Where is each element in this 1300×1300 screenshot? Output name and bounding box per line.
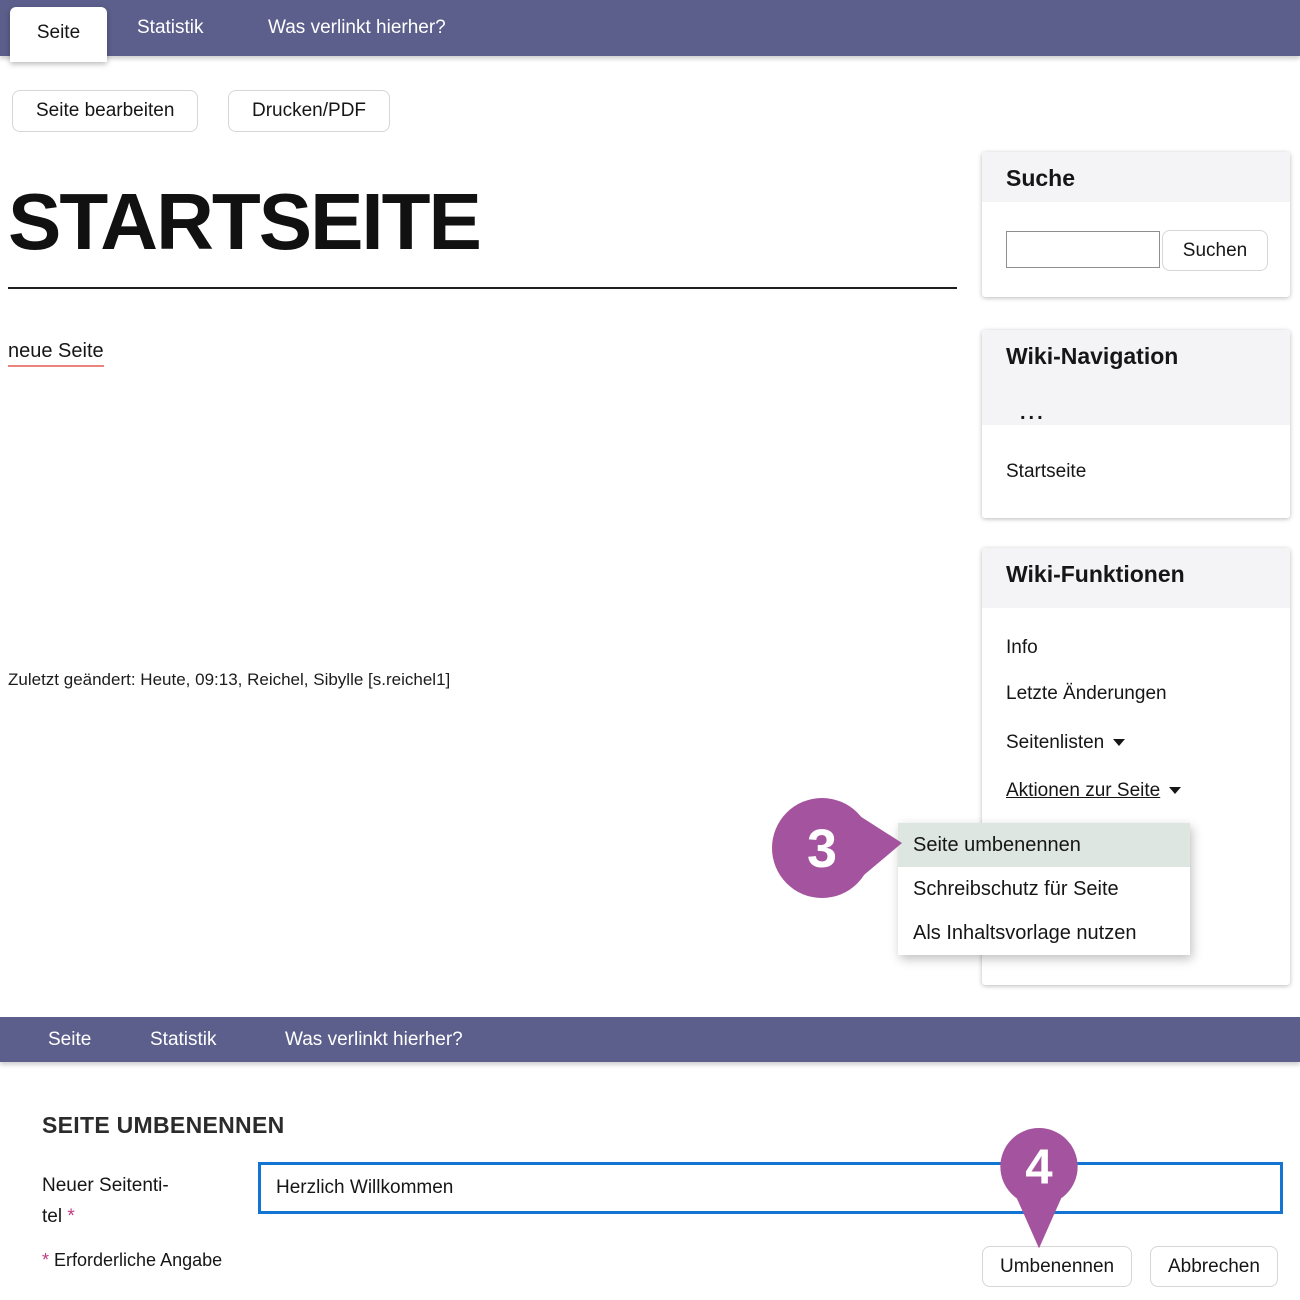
tab-seite[interactable]: Seite xyxy=(10,7,107,62)
rename-cancel-button[interactable]: Abbrechen xyxy=(1150,1246,1278,1287)
top-tab-bar: Seite Statistik Was verlinkt hierher? xyxy=(0,0,1300,56)
functions-link-letzte-aenderungen[interactable]: Letzte Änderungen xyxy=(1006,683,1167,705)
new-page-title-input[interactable] xyxy=(258,1162,1283,1214)
required-note: * Erforderliche Angabe xyxy=(42,1250,222,1271)
functions-link-seitenlisten[interactable]: Seitenlisten xyxy=(1006,732,1125,754)
nav-link-startseite[interactable]: Startseite xyxy=(1006,461,1086,483)
menu-item-schreibschutz[interactable]: Schreibschutz für Seite xyxy=(898,867,1190,911)
tab-statistik[interactable]: Statistik xyxy=(137,0,204,56)
print-pdf-button[interactable]: Drucken/PDF xyxy=(228,90,390,132)
tab-was-verlinkt-hierher[interactable]: Was verlinkt hierher? xyxy=(268,0,446,56)
functions-link-aktionen-zur-seite[interactable]: Aktionen zur Seite xyxy=(1006,780,1181,802)
title-divider xyxy=(8,287,957,289)
search-button[interactable]: Suchen xyxy=(1162,230,1268,271)
chevron-down-icon xyxy=(1113,739,1125,746)
missing-page-link[interactable]: neue Seite xyxy=(8,340,104,367)
functions-link-info[interactable]: Info xyxy=(1006,637,1038,659)
edit-page-button[interactable]: Seite bearbeiten xyxy=(12,90,198,132)
step-3-callout-badge: 3 xyxy=(772,798,902,898)
label-line-1: Neuer Seitenti- xyxy=(42,1175,169,1196)
required-note-asterisk: * xyxy=(42,1250,49,1270)
required-asterisk: * xyxy=(67,1206,74,1227)
aktionen-zur-seite-label: Aktionen zur Seite xyxy=(1006,780,1160,801)
tab-statistik-2[interactable]: Statistik xyxy=(150,1017,217,1062)
search-panel-title: Suche xyxy=(982,152,1290,192)
wiki-navigation-header: Wiki-Navigation ... xyxy=(982,330,1290,425)
page-title: STARTSEITE xyxy=(8,182,480,262)
wiki-functions-title: Wiki-Funktionen xyxy=(982,548,1290,588)
wiki-navigation-panel: Wiki-Navigation ... Startseite xyxy=(982,330,1290,518)
chevron-down-icon xyxy=(1169,787,1181,794)
menu-item-inhaltsvorlage[interactable]: Als Inhaltsvorlage nutzen xyxy=(898,911,1190,955)
search-panel: Suche Suchen xyxy=(982,152,1290,297)
required-note-text: Erforderliche Angabe xyxy=(54,1250,222,1270)
page-actions-menu: Seite umbenennen Schreibschutz für Seite… xyxy=(898,823,1190,955)
search-input[interactable] xyxy=(1006,231,1160,268)
tree-collapse-ellipsis-icon[interactable]: ... xyxy=(1020,402,1046,425)
rename-form-heading: SEITE UMBENENNEN xyxy=(42,1112,285,1139)
tab-seite-2[interactable]: Seite xyxy=(48,1017,91,1062)
bottom-tab-bar: Seite Statistik Was verlinkt hierher? xyxy=(0,1017,1300,1062)
last-modified-text: Zuletzt geändert: Heute, 09:13, Reichel,… xyxy=(8,670,450,690)
rename-submit-button[interactable]: Umbenennen xyxy=(982,1246,1132,1287)
tab-was-verlinkt-hierher-2[interactable]: Was verlinkt hierher? xyxy=(285,1017,463,1062)
wiki-navigation-title: Wiki-Navigation xyxy=(982,330,1290,370)
step-3-number: 3 xyxy=(807,819,837,879)
wiki-screenshot: Seite Statistik Was verlinkt hierher? Se… xyxy=(0,0,1300,1300)
search-panel-header: Suche xyxy=(982,152,1290,202)
new-page-title-label: Neuer Seitenti-tel * xyxy=(42,1170,169,1233)
menu-item-seite-umbenennen[interactable]: Seite umbenennen xyxy=(898,823,1190,867)
label-line-2: tel xyxy=(42,1206,62,1227)
seitenlisten-label: Seitenlisten xyxy=(1006,732,1104,753)
wiki-functions-header: Wiki-Funktionen xyxy=(982,548,1290,608)
